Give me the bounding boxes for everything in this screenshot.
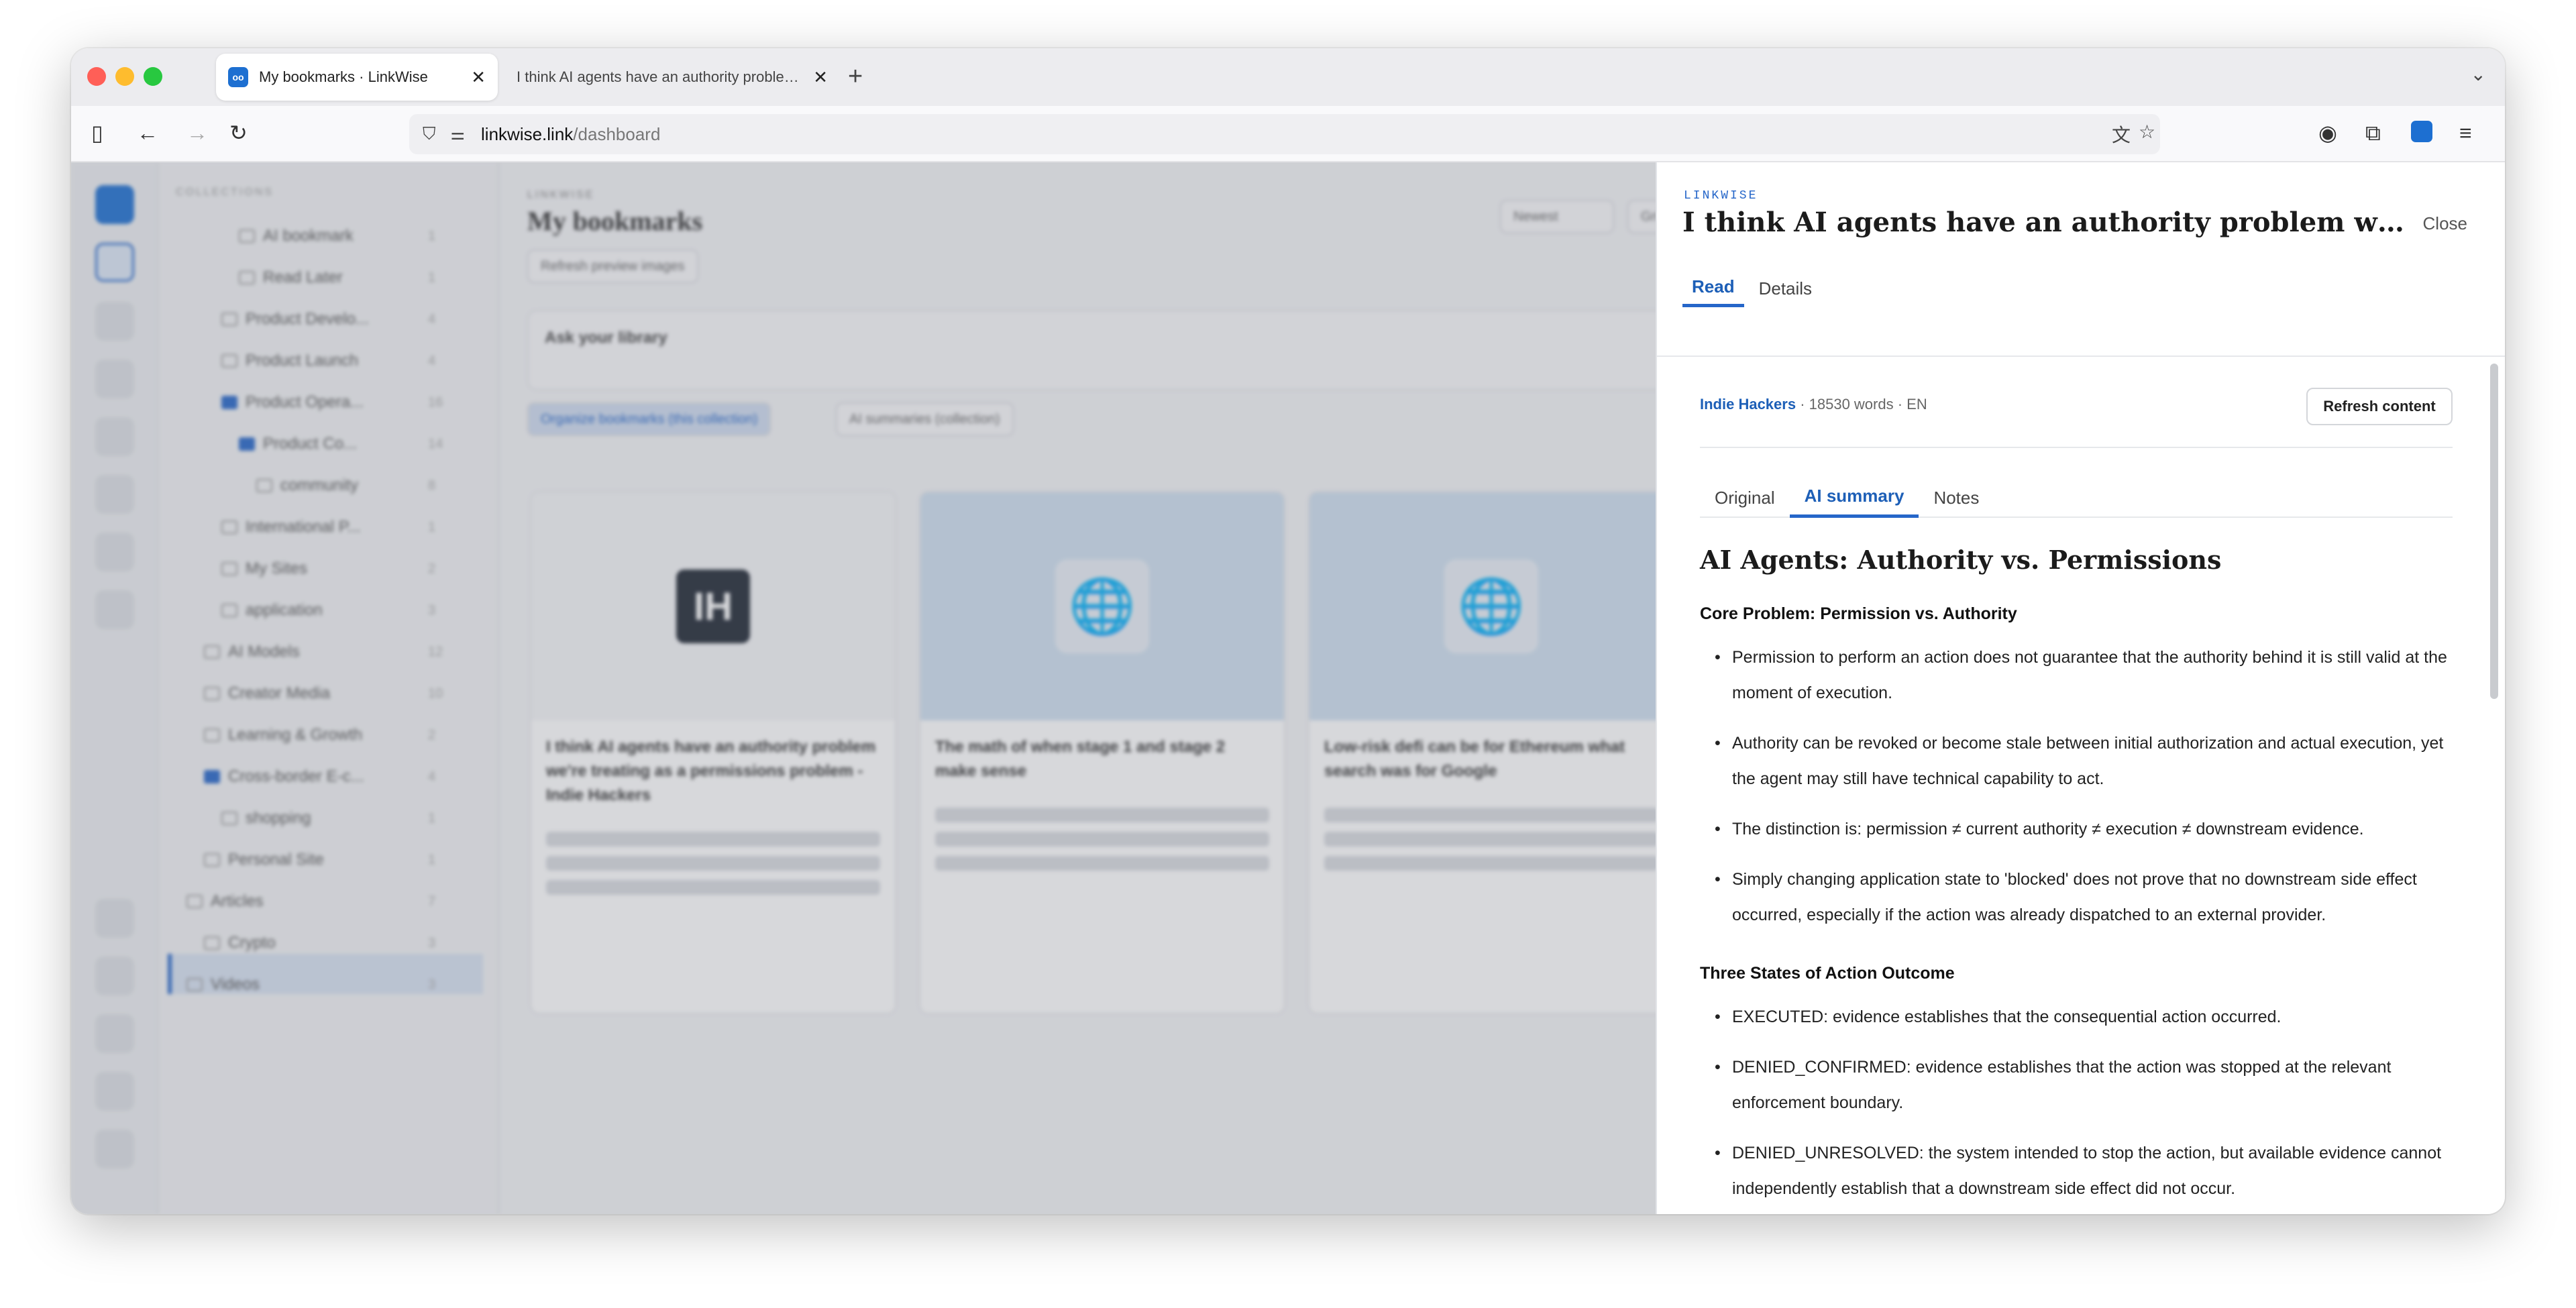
forward-arrow-icon[interactable]: → xyxy=(186,119,208,146)
maximize-window-button[interactable] xyxy=(144,67,162,86)
meta-divider xyxy=(1700,447,2453,448)
tab-article[interactable]: I think AI agents have an authority prob… xyxy=(504,54,840,101)
source-link[interactable]: Indie Hackers xyxy=(1700,396,1796,413)
shield-icon[interactable]: ⛉ xyxy=(423,123,436,145)
tab-read[interactable]: Read xyxy=(1682,270,1744,307)
list-all-tabs-icon[interactable]: ⌄ xyxy=(2471,63,2486,85)
tab-my-bookmarks[interactable]: oo My bookmarks · LinkWise ✕ xyxy=(216,54,498,101)
linkwise-extension-icon[interactable] xyxy=(2411,121,2432,142)
list-item: • Simply changing application state to 'b… xyxy=(1715,870,2417,924)
list-item: • The distinction is: permission ≠ curren… xyxy=(1715,820,2364,838)
account-icon[interactable]: ◉ xyxy=(2318,119,2337,146)
reader-drawer: LINKWISE I think AI agents have an autho… xyxy=(1656,162,2505,1214)
menu-icon[interactable]: ≡ xyxy=(2459,119,2472,146)
sidebar-toggle-icon[interactable]: ▯ xyxy=(91,119,103,146)
article-meta: Indie Hackers · 18530 words · EN xyxy=(1700,396,1927,413)
tab-title: My bookmarks · LinkWise xyxy=(259,68,428,85)
close-tab-icon[interactable]: ✕ xyxy=(471,67,486,88)
bookmark-star-icon[interactable]: ☆ xyxy=(2139,121,2155,143)
ai-summary-content: AI Agents: Authority vs. Permissions Cor… xyxy=(1700,545,2465,1214)
close-window-button[interactable] xyxy=(87,67,106,86)
tab-details[interactable]: Details xyxy=(1750,270,1821,307)
list-item: • Authority can be revoked or become stal… xyxy=(1715,734,2444,788)
tab-notes[interactable]: Notes xyxy=(1919,478,1994,518)
article-title: I think AI agents have an authority prob… xyxy=(1682,207,2420,238)
content-tabs: Original AI summary Notes xyxy=(1700,478,2453,518)
new-tab-button[interactable]: + xyxy=(848,62,863,91)
section-title: Core Problem: Permission vs. Authority xyxy=(1700,604,2017,623)
tab-strip: oo My bookmarks · LinkWise ✕ I think AI … xyxy=(71,48,2505,106)
list-item: • DENIED_CONFIRMED: evidence establishes … xyxy=(1715,1058,2392,1112)
summary-heading: AI Agents: Authority vs. Permissions xyxy=(1700,545,2222,575)
scrollbar-thumb[interactable] xyxy=(2490,364,2498,699)
close-button[interactable]: Close xyxy=(2423,213,2467,234)
drawer-divider xyxy=(1657,356,2505,357)
tab-original[interactable]: Original xyxy=(1700,478,1790,518)
translate-icon[interactable]: 文 xyxy=(2112,121,2131,148)
meta-details: · 18530 words · EN xyxy=(1796,396,1927,413)
bullet-list: • Permission to perform an action does no… xyxy=(1700,640,2465,933)
tab-title: I think AI agents have an authority prob… xyxy=(517,68,805,85)
url-path: /dashboard xyxy=(573,123,661,144)
list-item: • Permission to perform an action does no… xyxy=(1715,648,2447,702)
list-item: • EXECUTED: evidence establishes that the… xyxy=(1715,1007,2282,1026)
extensions-icon[interactable]: ⧉ xyxy=(2365,119,2381,146)
drawer-tabs: Read Details xyxy=(1682,270,1827,307)
back-arrow-icon[interactable]: ← xyxy=(137,119,158,146)
url-host: linkwise.link xyxy=(481,123,574,144)
navigation-bar: ▯ ← → ↻ ⛉ ⚌ linkwise.link/dashboard 文 ☆ … xyxy=(71,106,2505,162)
refresh-content-button[interactable]: Refresh content xyxy=(2306,388,2453,425)
reload-icon[interactable]: ↻ xyxy=(229,119,248,146)
browser-window: oo My bookmarks · LinkWise ✕ I think AI … xyxy=(71,48,2505,1214)
bullet-list: • EXECUTED: evidence establishes that the… xyxy=(1700,999,2465,1207)
close-tab-icon[interactable]: ✕ xyxy=(813,67,828,88)
list-item: • DENIED_UNRESOLVED: the system intended … xyxy=(1715,1144,2442,1198)
linkwise-favicon-icon: oo xyxy=(228,67,248,87)
minimize-window-button[interactable] xyxy=(115,67,134,86)
address-bar[interactable]: ⛉ ⚌ linkwise.link/dashboard 文 ☆ xyxy=(409,114,2160,154)
tab-ai-summary[interactable]: AI summary xyxy=(1789,478,1919,518)
app-background: COLLECTIONS AI bookmark 1 Read Later 1 Produ… xyxy=(71,162,1656,1214)
section-title: Three States of Action Outcome xyxy=(1700,964,1955,983)
brand-label: LINKWISE xyxy=(1684,189,1758,203)
dim-overlay[interactable] xyxy=(71,162,1656,1214)
page-settings-icon[interactable]: ⚌ xyxy=(451,125,466,144)
